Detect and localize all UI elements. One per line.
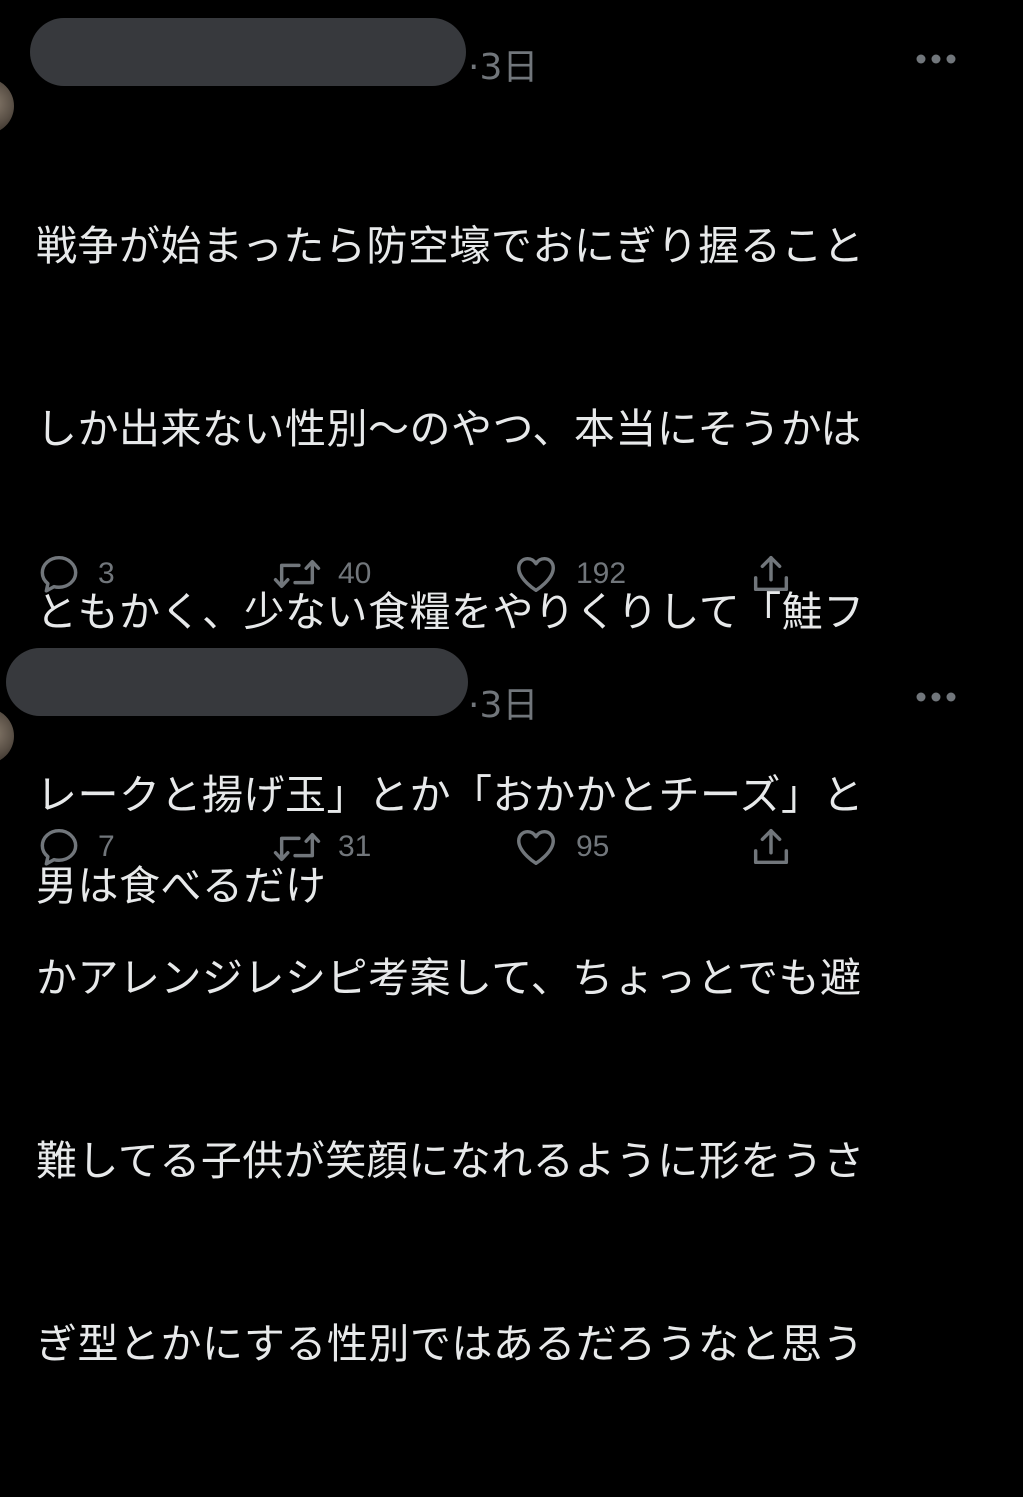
- redacted-username: [6, 648, 468, 716]
- redacted-username: [30, 18, 466, 86]
- tweet-actions: 7 31 95: [36, 823, 836, 871]
- share-button[interactable]: [748, 550, 794, 598]
- avatar[interactable]: [0, 708, 14, 764]
- share-icon: [748, 824, 794, 870]
- tweet-text-line: 難してる子供が笑顔になれるように形をうさ: [36, 1137, 865, 1185]
- retweet-count: 40: [338, 557, 372, 590]
- retweet-button[interactable]: 40: [272, 550, 371, 598]
- retweet-button[interactable]: 31: [272, 823, 371, 871]
- tweet-actions: 3 40 192: [36, 550, 836, 598]
- reply-count: 7: [98, 830, 115, 863]
- avatar[interactable]: [0, 78, 14, 134]
- more-icon[interactable]: [914, 690, 958, 704]
- tweet-text: 男は食べるだけ: [36, 734, 327, 1039]
- tweet-text-line: しか出来ない性別〜のやつ、本当にそうかは: [36, 405, 862, 453]
- share-button[interactable]: [748, 823, 794, 871]
- like-count: 95: [576, 830, 610, 863]
- retweet-icon: [272, 824, 322, 870]
- share-icon: [748, 551, 794, 597]
- tweet[interactable]: ·3日 戦争が始まったら防空壕でおにぎり握ること しか出来ない性別〜のやつ、本当…: [0, 0, 1023, 1368]
- like-button[interactable]: 95: [512, 823, 609, 871]
- reply-icon: [36, 824, 82, 870]
- reply-count: 3: [98, 557, 115, 590]
- tweet-timestamp[interactable]: ·3日: [468, 676, 538, 728]
- reply-icon: [36, 551, 82, 597]
- tweet-text-line: 戦争が始まったら防空壕でおにぎり握ること: [36, 222, 865, 270]
- retweet-icon: [272, 551, 322, 597]
- tweet-text-line: ぎ型とかにする性別ではあるだろうなと思う: [36, 1320, 864, 1368]
- reply-button[interactable]: 7: [36, 823, 115, 871]
- reply-button[interactable]: 3: [36, 550, 115, 598]
- like-icon: [512, 824, 560, 870]
- more-icon[interactable]: [914, 52, 958, 66]
- retweet-count: 31: [338, 830, 372, 863]
- like-button[interactable]: 192: [512, 550, 626, 598]
- like-count: 192: [576, 557, 627, 590]
- tweet[interactable]: ·3日 男は食べるだけ 7 31 95: [0, 630, 1023, 910]
- tweet-timestamp[interactable]: ·3日: [468, 38, 538, 90]
- like-icon: [512, 551, 560, 597]
